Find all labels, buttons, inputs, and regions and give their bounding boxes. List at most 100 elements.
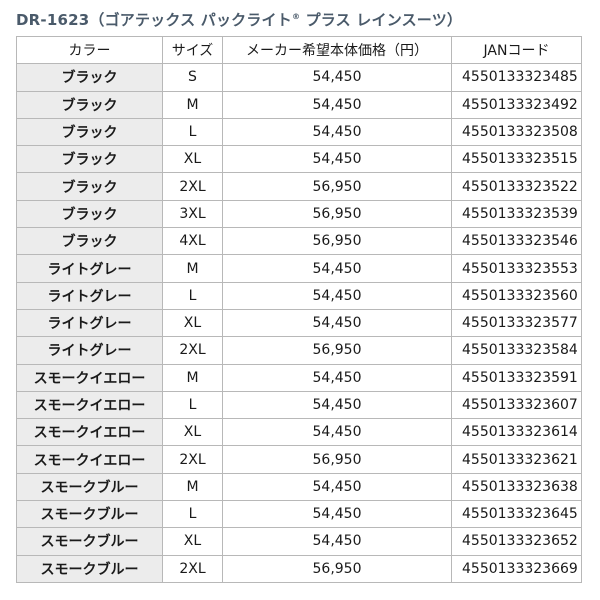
table-row: スモークブルー XL 54,450 4550133323652 bbox=[16, 527, 582, 556]
size-cell: 3XL bbox=[162, 199, 223, 229]
table-row: ライトグレー 2XL 56,950 4550133323584 bbox=[16, 336, 582, 365]
jan-cell: 4550133323652 bbox=[451, 527, 582, 556]
size-cell: 4XL bbox=[162, 227, 223, 256]
color-cell: スモークブルー bbox=[16, 527, 163, 556]
jan-cell: 4550133323553 bbox=[451, 254, 582, 283]
price-cell: 54,450 bbox=[222, 390, 452, 420]
color-cell: ブラック bbox=[16, 63, 163, 92]
price-cell: 56,950 bbox=[222, 172, 452, 201]
table-row: ライトグレー L 54,450 4550133323560 bbox=[16, 281, 582, 310]
color-cell: ライトグレー bbox=[16, 254, 163, 283]
header-color: カラー bbox=[16, 35, 163, 65]
jan-cell: 4550133323614 bbox=[451, 418, 582, 447]
size-cell: L bbox=[162, 281, 223, 310]
header-size: サイズ bbox=[162, 35, 223, 65]
price-cell: 54,450 bbox=[222, 308, 452, 338]
table-row: ブラック XL 54,450 4550133323515 bbox=[16, 145, 582, 174]
price-cell: 54,450 bbox=[222, 418, 452, 447]
jan-cell: 4550133323508 bbox=[451, 117, 582, 147]
jan-cell: 4550133323522 bbox=[451, 172, 582, 201]
jan-cell: 4550133323492 bbox=[451, 90, 582, 119]
color-cell: ブラック bbox=[16, 227, 163, 256]
color-cell: スモークイエロー bbox=[16, 363, 163, 392]
table-row: スモークイエロー 2XL 56,950 4550133323621 bbox=[16, 445, 582, 474]
color-cell: ライトグレー bbox=[16, 308, 163, 338]
table-row: スモークイエロー L 54,450 4550133323607 bbox=[16, 390, 582, 420]
price-cell: 54,450 bbox=[222, 63, 452, 92]
table-row: ブラック 3XL 56,950 4550133323539 bbox=[16, 199, 582, 229]
price-cell: 56,950 bbox=[222, 199, 452, 229]
size-cell: L bbox=[162, 117, 223, 147]
title-main: DR-1623（ゴアテックス パックライト bbox=[16, 11, 292, 29]
price-cell: 54,450 bbox=[222, 281, 452, 310]
table-row: スモークイエロー XL 54,450 4550133323614 bbox=[16, 418, 582, 447]
color-cell: ブラック bbox=[16, 199, 163, 229]
color-cell: ライトグレー bbox=[16, 281, 163, 310]
color-cell: ブラック bbox=[16, 90, 163, 119]
size-cell: XL bbox=[162, 145, 223, 174]
table-body: ブラック S 54,450 4550133323485 ブラック M 54,450 45501… bbox=[16, 63, 582, 583]
size-cell: L bbox=[162, 500, 223, 529]
size-cell: M bbox=[162, 90, 223, 119]
color-cell: ブラック bbox=[16, 172, 163, 201]
price-cell: 54,450 bbox=[222, 117, 452, 147]
price-cell: 54,450 bbox=[222, 145, 452, 174]
price-cell: 54,450 bbox=[222, 500, 452, 529]
table-row: ブラック 2XL 56,950 4550133323522 bbox=[16, 172, 582, 201]
jan-cell: 4550133323645 bbox=[451, 500, 582, 529]
jan-cell: 4550133323621 bbox=[451, 445, 582, 474]
size-cell: XL bbox=[162, 308, 223, 338]
color-cell: スモークブルー bbox=[16, 554, 163, 583]
color-cell: スモークイエロー bbox=[16, 445, 163, 474]
price-cell: 56,950 bbox=[222, 227, 452, 256]
table-header: カラー サイズ メーカー希望本体価格（円） JANコード bbox=[16, 35, 582, 65]
header-row: カラー サイズ メーカー希望本体価格（円） JANコード bbox=[16, 35, 582, 65]
header-price: メーカー希望本体価格（円） bbox=[222, 35, 452, 65]
jan-cell: 4550133323591 bbox=[451, 363, 582, 392]
page-title: DR-1623（ゴアテックス パックライト® プラス レインスーツ） bbox=[16, 9, 462, 30]
price-cell: 56,950 bbox=[222, 336, 452, 365]
price-cell: 54,450 bbox=[222, 254, 452, 283]
size-cell: 2XL bbox=[162, 554, 223, 583]
table-row: ライトグレー XL 54,450 4550133323577 bbox=[16, 308, 582, 338]
price-cell: 54,450 bbox=[222, 90, 452, 119]
size-cell: 2XL bbox=[162, 336, 223, 365]
color-cell: スモークイエロー bbox=[16, 390, 163, 420]
jan-cell: 4550133323584 bbox=[451, 336, 582, 365]
color-cell: ライトグレー bbox=[16, 336, 163, 365]
color-cell: スモークブルー bbox=[16, 500, 163, 529]
table-row: スモークイエロー M 54,450 4550133323591 bbox=[16, 363, 582, 392]
product-spec-table: カラー サイズ メーカー希望本体価格（円） JANコード ブラック S 54,450… bbox=[16, 35, 582, 583]
price-cell: 54,450 bbox=[222, 527, 452, 556]
table-row: スモークブルー 2XL 56,950 4550133323669 bbox=[16, 554, 582, 583]
size-cell: M bbox=[162, 363, 223, 392]
jan-cell: 4550133323485 bbox=[451, 63, 582, 92]
table-row: ブラック 4XL 56,950 4550133323546 bbox=[16, 227, 582, 256]
table-row: ブラック M 54,450 4550133323492 bbox=[16, 90, 582, 119]
jan-cell: 4550133323539 bbox=[451, 199, 582, 229]
registered-mark: ® bbox=[291, 12, 301, 21]
size-cell: M bbox=[162, 254, 223, 283]
size-cell: 2XL bbox=[162, 172, 223, 201]
jan-cell: 4550133323607 bbox=[451, 390, 582, 420]
jan-cell: 4550133323638 bbox=[451, 472, 582, 502]
table-row: スモークブルー M 54,450 4550133323638 bbox=[16, 472, 582, 502]
color-cell: スモークブルー bbox=[16, 472, 163, 502]
jan-cell: 4550133323560 bbox=[451, 281, 582, 310]
header-jan: JANコード bbox=[451, 35, 582, 65]
price-cell: 56,950 bbox=[222, 445, 452, 474]
size-cell: M bbox=[162, 472, 223, 502]
color-cell: ブラック bbox=[16, 145, 163, 174]
jan-cell: 4550133323577 bbox=[451, 308, 582, 338]
table-row: ライトグレー M 54,450 4550133323553 bbox=[16, 254, 582, 283]
title-rest: プラス レインスーツ） bbox=[300, 11, 463, 29]
size-cell: XL bbox=[162, 418, 223, 447]
table-row: スモークブルー L 54,450 4550133323645 bbox=[16, 500, 582, 529]
size-cell: 2XL bbox=[162, 445, 223, 474]
price-cell: 56,950 bbox=[222, 554, 452, 583]
color-cell: スモークイエロー bbox=[16, 418, 163, 447]
size-cell: S bbox=[162, 63, 223, 92]
color-cell: ブラック bbox=[16, 117, 163, 147]
price-cell: 54,450 bbox=[222, 472, 452, 502]
table-row: ブラック S 54,450 4550133323485 bbox=[16, 63, 582, 92]
